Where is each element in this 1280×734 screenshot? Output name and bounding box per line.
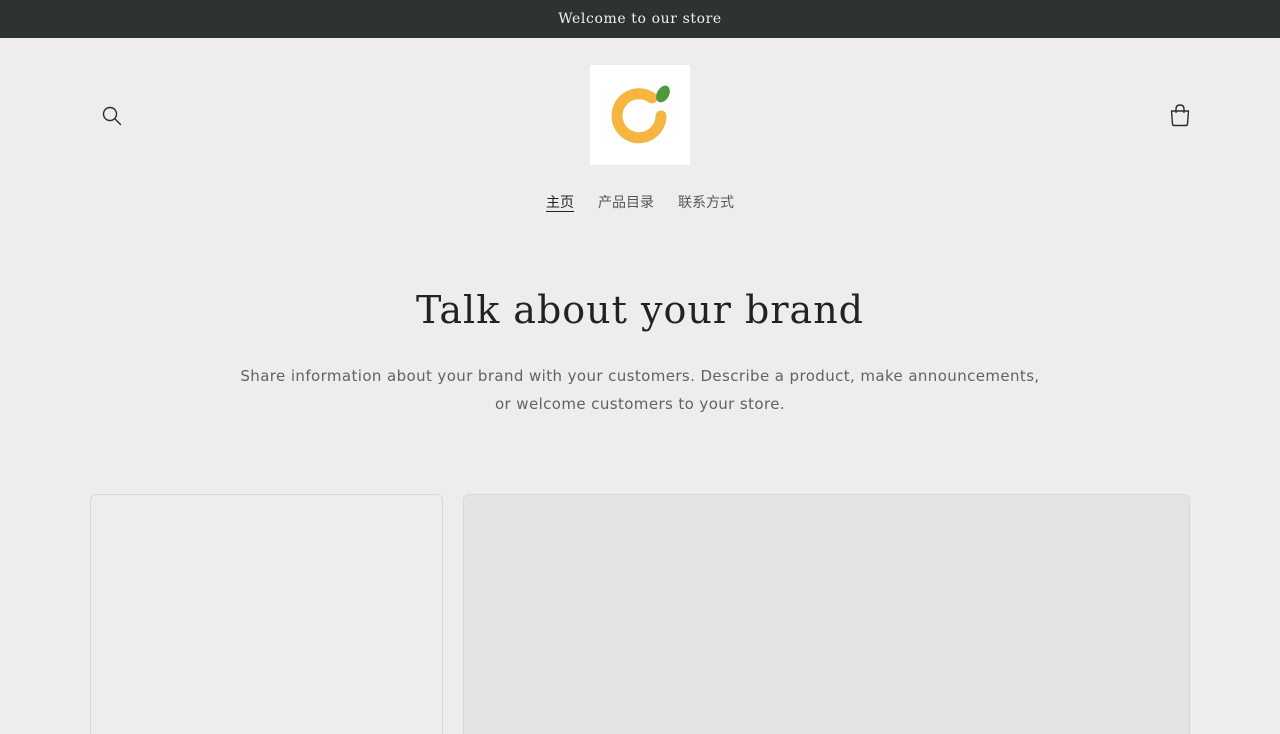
search-icon [102,106,122,126]
site-header: 主页 产品目录 联系方式 [0,38,1280,218]
main-nav: 主页 产品目录 联系方式 [0,192,1280,216]
cart-button[interactable] [1166,100,1194,130]
announcement-bar: Welcome to our store [0,0,1280,38]
cart-icon [1170,104,1190,127]
announcement-text: Welcome to our store [558,11,722,27]
hero-title: Talk about your brand [416,288,864,332]
logo-icon [611,85,670,144]
hero-description: Share information about your brand with … [240,367,1040,413]
nav-link-contact[interactable]: 联系方式 [678,192,734,216]
store-logo[interactable] [590,65,690,165]
search-button[interactable] [98,102,126,130]
content-card-right [463,494,1190,734]
nav-link-catalog[interactable]: 产品目录 [598,192,654,216]
nav-link-home[interactable]: 主页 [546,192,574,216]
content-card-left [90,494,443,734]
